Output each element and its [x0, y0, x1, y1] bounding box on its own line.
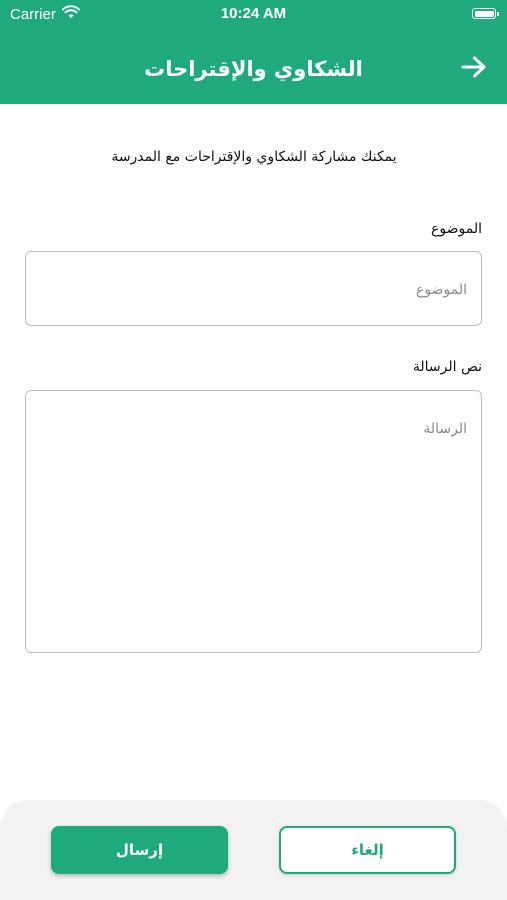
- subject-label: الموضوع: [431, 221, 482, 237]
- battery-full-icon: [472, 8, 499, 19]
- page-title: الشكاوي والإقتراحات: [144, 57, 363, 81]
- message-label: نص الرسالة: [412, 359, 482, 375]
- intro-text: يمكنك مشاركة الشكاوي والإقتراحات مع المد…: [111, 149, 397, 165]
- status-bar: Carrier 10:24 AM: [0, 0, 507, 30]
- back-button[interactable]: [459, 52, 489, 82]
- cancel-button[interactable]: إلغاء: [279, 826, 456, 874]
- subject-input[interactable]: الموضوع: [25, 251, 482, 326]
- message-placeholder: الرسالة: [423, 421, 467, 437]
- subject-placeholder: الموضوع: [416, 282, 467, 298]
- status-time: 10:24 AM: [220, 5, 287, 22]
- message-textarea[interactable]: الرسالة: [25, 390, 482, 653]
- arrow-right-icon: [461, 56, 486, 78]
- send-button[interactable]: إرسال: [51, 826, 228, 874]
- app-header: Carrier 10:24 AM الشكاوي والإقتراحات: [0, 0, 507, 104]
